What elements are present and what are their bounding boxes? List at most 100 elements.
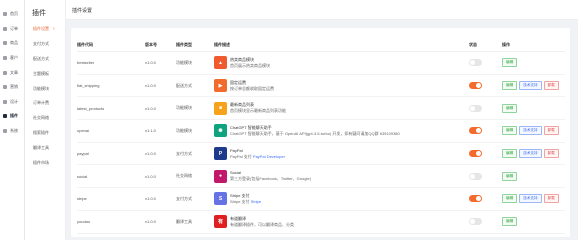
plugin-code: openai <box>77 119 145 143</box>
column-header: 版本号 <box>145 38 176 52</box>
description-text: 有道翻译 有道翻译插件，可以翻译商品、分类 <box>230 216 294 228</box>
plugin-actions: 编辑 技术支持 卸载 <box>502 187 565 211</box>
chevron-right-icon: › <box>53 26 55 33</box>
table-row: openai v1.1.0 功能模块 ✺ ChatGPT 智能聊天助手 ChatGPT 智… <box>77 119 565 143</box>
table-row: youdao v1.0.0 翻译工具有有道翻译 有道翻译插件，可以翻译商品、分类 编辑 <box>77 210 565 234</box>
plugin-panel: 插件代码 版本号 插件类型 插件描述 状态 操作 bestseller v1.0.0 功能模块… <box>71 28 570 237</box>
toggle-knob <box>470 60 475 66</box>
column-header: 插件描述 <box>214 38 469 52</box>
status-toggle[interactable] <box>469 127 482 135</box>
submenu-item[interactable]: 主题模板 <box>25 66 65 81</box>
description-text: Social 第三方登录(包括Facebook、Twitter、Google) <box>230 170 311 182</box>
status-toggle[interactable] <box>469 195 482 203</box>
description-wrap: ▲ 热卖商品模块 首页展示热卖商品模块 <box>214 56 469 70</box>
stripe-icon: S <box>214 192 227 206</box>
submenu-item[interactable]: 功能模块 <box>25 81 65 96</box>
page-title: 插件设置 <box>66 0 578 20</box>
submenu-item[interactable]: 插件设置 › <box>25 22 65 37</box>
description-text: ChatGPT 智能聊天助手 ChatGPT 智能聊天助手，基于 OpenAI A… <box>230 125 400 137</box>
uninstall-button[interactable]: 卸载 <box>543 81 559 91</box>
youdao-icon: 有 <box>214 215 227 229</box>
plugin-summary-text: 第三方登录(包括Facebook、Twitter、Google) <box>230 176 311 182</box>
sidebar-item[interactable]: 订单 <box>0 22 24 37</box>
plugin-link[interactable]: Stripe <box>251 199 261 204</box>
plugin-description: ▶ 固定运费 按订单总额收取固定运费 <box>214 74 469 98</box>
toggle-knob <box>476 151 481 157</box>
toggle-knob <box>476 83 481 89</box>
flame-icon: ▲ <box>214 56 227 70</box>
nav-icon <box>3 114 7 119</box>
plugin-version: v1.0.0 <box>145 210 176 234</box>
plugin-code: flat_shipping <box>77 74 145 98</box>
edit-button[interactable]: 编辑 <box>502 217 518 227</box>
submenu-item-label: 插件市场 <box>33 159 49 165</box>
plugin-summary: Stripe 支付 Stripe <box>230 199 261 205</box>
sidebar-item[interactable]: 系统 <box>0 124 24 139</box>
support-button[interactable]: 技术支持 <box>519 126 542 136</box>
edit-button[interactable]: 编辑 <box>502 126 518 136</box>
plugin-status <box>469 142 502 166</box>
support-button[interactable]: 技术支持 <box>519 81 542 91</box>
description-wrap: S Stripe 支付 Stripe 支付 Stripe <box>214 192 469 206</box>
sidebar-item[interactable]: 设计 <box>0 95 24 110</box>
status-toggle[interactable] <box>469 218 482 226</box>
plugin-actions: 编辑 技术支持 卸载 <box>502 74 565 98</box>
edit-button[interactable]: 编辑 <box>502 149 518 159</box>
nav-icon <box>3 129 7 134</box>
plugin-actions: 编辑 技术支持 卸载 <box>502 119 565 143</box>
edit-button[interactable]: 编辑 <box>502 194 518 204</box>
status-toggle[interactable] <box>469 172 482 180</box>
plugin-link[interactable]: PayPal Developer <box>253 154 285 159</box>
status-toggle[interactable] <box>469 82 482 90</box>
sidebar-item[interactable]: 商品 <box>0 36 24 51</box>
status-toggle[interactable] <box>469 104 482 112</box>
toggle-knob <box>470 105 475 111</box>
table-row: flat_shipping v1.0.0 配送方式 ▶ 固定运费 按订单总额收取固定运费 编… <box>77 74 565 98</box>
sidebar-item[interactable]: 客户 <box>0 51 24 66</box>
plugin-description: ✺ ChatGPT 智能聊天助手 ChatGPT 智能聊天助手，基于 OpenAI … <box>214 119 469 143</box>
plugin-status <box>469 96 502 121</box>
edit-button[interactable]: 编辑 <box>502 58 518 68</box>
submenu-item[interactable]: 社交网络 <box>25 111 65 126</box>
submenu-item-label: 社交网络 <box>33 115 49 121</box>
plugin-type: 支付方式 <box>176 187 214 211</box>
submenu-item[interactable]: 插件市场 <box>25 155 65 170</box>
submenu-item[interactable]: 配送方式 <box>25 52 65 67</box>
submenu-item-label: 功能模块 <box>33 85 49 91</box>
sidebar-item[interactable]: 文章 <box>0 65 24 80</box>
plugin-actions: 编辑 技术支持 卸载 <box>502 142 565 166</box>
description-wrap: ■ 最新商品列表 首页模块显示最新商品列表功能 <box>214 101 469 115</box>
plugin-summary: 第三方登录(包括Facebook、Twitter、Google) <box>230 176 311 182</box>
plugin-version: v1.0.0 <box>145 187 176 211</box>
table-row: social v1.0.0 社交网络 ● Social 第三方登录(包括Facebook、… <box>77 164 565 189</box>
sidebar-item[interactable]: 首页 <box>0 7 24 22</box>
submenu-item[interactable]: 翻译工具 <box>25 140 65 155</box>
uninstall-button[interactable]: 卸载 <box>543 149 559 159</box>
edit-button[interactable]: 编辑 <box>502 81 518 91</box>
nav-icon <box>3 99 7 104</box>
uninstall-button[interactable]: 卸载 <box>543 194 559 204</box>
description-text: 热卖商品模块 首页展示热卖商品模块 <box>230 57 270 69</box>
status-toggle[interactable] <box>469 150 482 158</box>
plugin-summary-text: ChatGPT 智能聊天助手，基于 OpenAI API(gpt-3.5-tur… <box>230 130 400 136</box>
submenu-item-label: 订单计费 <box>33 100 49 106</box>
plugin-summary-text: Stripe 支付 <box>230 198 251 204</box>
submenu-item[interactable]: 支付方式 <box>25 37 65 52</box>
support-button[interactable]: 技术支持 <box>519 194 542 204</box>
table-header-row: 插件代码 版本号 插件类型 插件描述 状态 操作 <box>77 38 565 52</box>
plugin-actions: 编辑 <box>502 51 565 75</box>
support-button[interactable]: 技术支持 <box>519 149 542 159</box>
edit-button[interactable]: 编辑 <box>502 103 518 113</box>
plugin-version: v1.0.0 <box>145 96 176 121</box>
nav-icon <box>3 26 7 31</box>
sidebar-item[interactable]: 插件 <box>0 109 24 124</box>
sidebar-item[interactable]: 营销 <box>0 80 24 95</box>
submenu-item[interactable]: 搜索插件 <box>25 126 65 141</box>
description-text: 最新商品列表 首页模块显示最新商品列表功能 <box>230 102 286 114</box>
edit-button[interactable]: 编辑 <box>502 171 518 181</box>
plugin-type: 功能模块 <box>176 119 214 143</box>
submenu-item[interactable]: 订单计费 <box>25 96 65 111</box>
uninstall-button[interactable]: 卸载 <box>543 126 559 136</box>
status-toggle[interactable] <box>469 59 482 67</box>
plugin-description: ■ 最新商品列表 首页模块显示最新商品列表功能 <box>214 96 469 121</box>
